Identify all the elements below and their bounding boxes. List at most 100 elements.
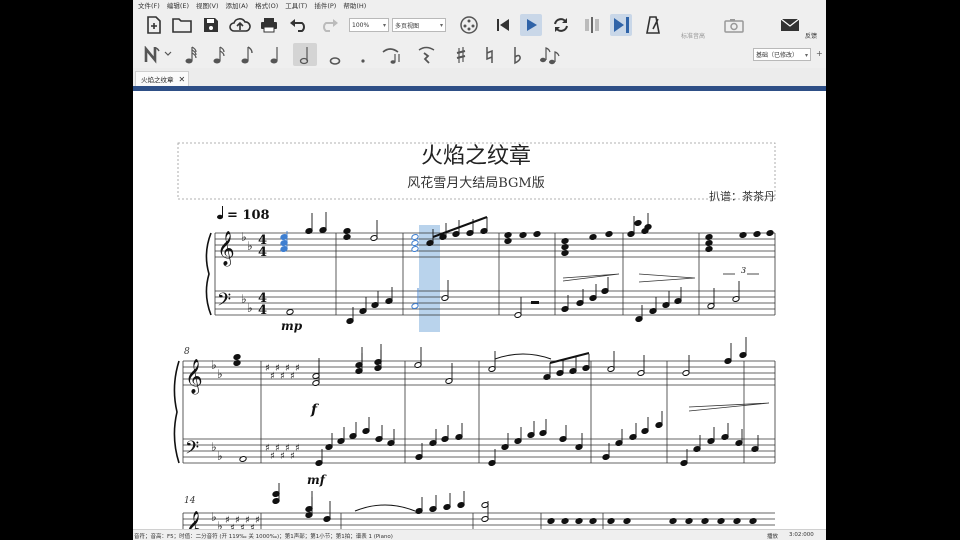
- treble-clef[interactable]: 𝄞: [217, 231, 235, 267]
- menu-view[interactable]: 视图(V): [196, 0, 219, 10]
- note[interactable]: [561, 249, 569, 257]
- menu-format[interactable]: 格式(O): [255, 0, 278, 10]
- note[interactable]: [575, 517, 583, 525]
- natural-button[interactable]: [477, 43, 501, 66]
- redo-button[interactable]: [318, 14, 340, 36]
- note[interactable]: [717, 517, 725, 525]
- tie-button[interactable]: [379, 43, 403, 66]
- augmentation-dot-button[interactable]: [351, 43, 375, 66]
- print-button[interactable]: [258, 14, 280, 36]
- score-title[interactable]: 火焰之纹章: [421, 144, 531, 169]
- note[interactable]: [589, 233, 597, 241]
- feedback-label[interactable]: 反馈: [805, 31, 817, 40]
- score-subtitle[interactable]: 风花雪月大结局BGM版: [407, 175, 545, 191]
- note[interactable]: [749, 517, 757, 525]
- mixer-button[interactable]: [458, 14, 480, 36]
- view-mode-combo[interactable]: 多页视图 ▾: [392, 18, 446, 32]
- note[interactable]: [561, 237, 569, 245]
- note[interactable]: [753, 230, 761, 238]
- note[interactable]: [605, 230, 613, 238]
- add-workspace-button[interactable]: +: [816, 49, 823, 58]
- open-button[interactable]: [171, 14, 193, 36]
- workspace-combo[interactable]: 基础（已修改） ▾: [753, 48, 811, 61]
- note[interactable]: [644, 223, 652, 231]
- menu-plugins[interactable]: 插件(P): [314, 0, 336, 10]
- duration-8th-button[interactable]: [263, 43, 287, 66]
- duration-whole-button[interactable]: [323, 43, 347, 66]
- system-2[interactable]: 𝄞𝄢♭♭♭♭♯♯♯♯♯♯♯♯♯♯♯♯♯♯: [173, 337, 776, 467]
- menu-file[interactable]: 文件(F): [138, 0, 160, 10]
- note[interactable]: [343, 233, 351, 241]
- undo-button[interactable]: [288, 14, 310, 36]
- close-icon[interactable]: ✕: [179, 75, 186, 84]
- voice-button[interactable]: [535, 43, 565, 66]
- zoom-combo[interactable]: 100% ▾: [349, 18, 389, 32]
- note[interactable]: [607, 517, 615, 525]
- tempo-marking[interactable]: = 108: [217, 206, 270, 223]
- note[interactable]: [766, 229, 774, 237]
- note[interactable]: [685, 517, 693, 525]
- note[interactable]: [547, 517, 555, 525]
- note[interactable]: [705, 233, 713, 241]
- note[interactable]: [343, 227, 351, 235]
- note[interactable]: [623, 517, 631, 525]
- note[interactable]: [733, 517, 741, 525]
- note[interactable]: [669, 517, 677, 525]
- treble-clef[interactable]: 𝄞: [185, 511, 203, 529]
- note[interactable]: [634, 219, 642, 227]
- duration-16th-button[interactable]: [235, 43, 259, 66]
- feedback-button[interactable]: [779, 14, 801, 36]
- metronome-button[interactable]: [642, 14, 664, 36]
- new-score-button[interactable]: [143, 14, 165, 36]
- note[interactable]: [533, 230, 541, 238]
- loop-button[interactable]: [550, 14, 572, 36]
- note[interactable]: [411, 233, 419, 241]
- note[interactable]: [233, 359, 241, 367]
- note[interactable]: [705, 239, 713, 247]
- sharp-button[interactable]: [449, 43, 473, 66]
- menu-help[interactable]: 帮助(H): [343, 0, 366, 10]
- dynamic-f[interactable]: f: [310, 402, 320, 418]
- note[interactable]: [561, 243, 569, 251]
- note[interactable]: [239, 455, 247, 463]
- note[interactable]: [286, 308, 294, 316]
- bass-clef[interactable]: 𝄢: [185, 438, 199, 463]
- duration-64th-button[interactable]: [179, 43, 203, 66]
- menu-tools[interactable]: 工具(T): [285, 0, 307, 10]
- note[interactable]: [701, 517, 709, 525]
- cloud-upload-button[interactable]: [229, 14, 251, 36]
- note[interactable]: [504, 231, 512, 239]
- note[interactable]: [589, 517, 597, 525]
- image-capture-button[interactable]: [723, 14, 745, 36]
- note[interactable]: [233, 353, 241, 361]
- note[interactable]: [411, 245, 419, 253]
- note[interactable]: [561, 517, 569, 525]
- save-button[interactable]: [200, 14, 222, 36]
- duration-32nd-button[interactable]: [207, 43, 231, 66]
- system-1[interactable]: 𝄞𝄢♭♭♭♭4444: [205, 212, 776, 325]
- note-input-mode-button[interactable]: [141, 43, 175, 66]
- loop-in-button[interactable]: [581, 14, 603, 36]
- dynamic-mp[interactable]: mp: [281, 319, 303, 333]
- tab-score[interactable]: 火焰之纹章 ✕: [135, 71, 189, 86]
- note[interactable]: [739, 231, 747, 239]
- system-3[interactable]: 𝄞 ♭♭ ♯♯♯♯♯♯♯: [182, 483, 775, 529]
- loop-out-button[interactable]: [610, 14, 632, 36]
- note[interactable]: [411, 239, 419, 247]
- note[interactable]: [705, 245, 713, 253]
- rewind-button[interactable]: [492, 14, 514, 36]
- note[interactable]: [519, 231, 527, 239]
- dynamic-mf[interactable]: mf: [307, 473, 327, 487]
- rest-button[interactable]: [415, 43, 439, 66]
- concert-pitch-label[interactable]: 标准音高: [681, 31, 705, 40]
- menu-edit[interactable]: 编辑(E): [167, 0, 189, 10]
- flat-button[interactable]: [505, 43, 529, 66]
- play-button[interactable]: [520, 14, 542, 36]
- note[interactable]: [504, 237, 512, 245]
- score-composer[interactable]: 扒谱：茶茶丹: [709, 189, 775, 203]
- bass-clef[interactable]: 𝄢: [217, 290, 231, 315]
- treble-clef[interactable]: 𝄞: [185, 359, 203, 395]
- duration-half-button[interactable]: [293, 43, 317, 66]
- menu-add[interactable]: 添加(A): [226, 0, 249, 10]
- score-canvas[interactable]: 火焰之纹章 风花雪月大结局BGM版 扒谱：茶茶丹 = 108 𝄞 𝄢 ♭ ♭ ♭ ♭ 4 4 4…: [133, 91, 826, 529]
